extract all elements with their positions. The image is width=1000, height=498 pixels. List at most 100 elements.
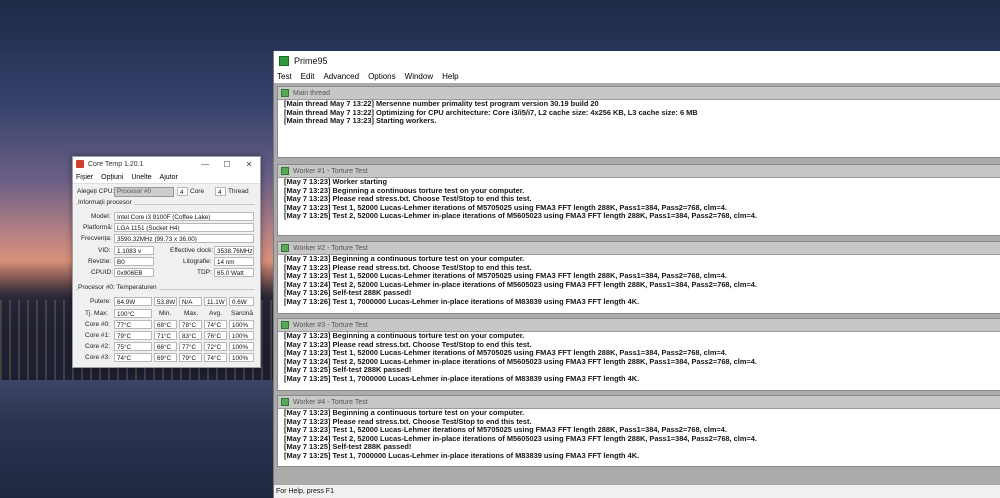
lithography-value: 14 nm bbox=[214, 257, 254, 266]
worker-2-pane[interactable]: Worker #2 - Torture Test [May 7 13:23] B… bbox=[277, 241, 1000, 314]
status-bar: For Help, press F1 bbox=[274, 485, 1000, 498]
core-max: 79°C bbox=[179, 353, 202, 362]
worker-1-pane[interactable]: Worker #1 - Torture Test [May 7 13:23] W… bbox=[277, 164, 1000, 236]
col-max-header: Max. bbox=[184, 310, 199, 317]
prime95-pane-icon bbox=[281, 398, 289, 406]
main-thread-pane[interactable]: Main thread [Main thread May 7 13:22] Me… bbox=[277, 86, 1000, 158]
prime95-app-icon bbox=[279, 55, 289, 66]
frequency-label: Frecvența: bbox=[81, 235, 112, 242]
effective-clock-label: Effective clock: bbox=[170, 247, 214, 254]
prime95-pane-icon bbox=[281, 244, 289, 252]
log-line: [May 7 13:26] Test 1, 7000000 Lucas-Lehm… bbox=[284, 296, 640, 306]
core-temp: 79°C bbox=[114, 331, 152, 340]
core-avg: 74°C bbox=[204, 353, 227, 362]
core-count: 4 bbox=[177, 187, 188, 196]
tdp-value: 65.0 Watt bbox=[214, 268, 254, 277]
platform-label: Platformă: bbox=[83, 224, 113, 231]
core-min: 68°C bbox=[154, 320, 177, 329]
revision-label: Revizie: bbox=[88, 258, 112, 265]
prime95-pane-icon bbox=[281, 89, 289, 97]
menu-fisier[interactable]: Fișier bbox=[76, 174, 93, 181]
power-value-gpu: 0.6W bbox=[229, 297, 254, 306]
core-label: Core bbox=[190, 188, 205, 195]
power-value-uncore: N/A bbox=[179, 297, 202, 306]
thread-label: Thread bbox=[228, 188, 249, 195]
prime95-pane-icon bbox=[281, 167, 289, 175]
model-value: Intel Core i3 9100F (Coffee Lake) bbox=[114, 212, 254, 221]
cpuid-label: CPUID: bbox=[91, 269, 114, 276]
menu-test[interactable]: Test bbox=[277, 72, 292, 81]
coretemp-app-icon bbox=[76, 160, 84, 168]
core-min: 71°C bbox=[154, 331, 177, 340]
core-row-label: Core #2: bbox=[85, 343, 110, 350]
power-value-cores: 53.8W bbox=[154, 297, 177, 306]
menu-ajutor[interactable]: Ajutor bbox=[160, 174, 178, 181]
log-lines: [May 7 13:23] Worker starting [May 7 13:… bbox=[278, 177, 1000, 221]
desktop-wallpaper-water bbox=[0, 380, 275, 498]
log-lines: [May 7 13:23] Beginning a continuous tor… bbox=[278, 331, 1000, 384]
core-temp: 75°C bbox=[114, 342, 152, 351]
core-row-label: Core #1: bbox=[85, 332, 110, 339]
vid-value: 1.1083 v bbox=[114, 246, 154, 255]
power-label: Putere: bbox=[90, 298, 111, 305]
vid-label: VID: bbox=[98, 247, 111, 254]
core-load: 100% bbox=[229, 331, 254, 340]
cpu-select-dropdown[interactable]: Procesor #0 bbox=[114, 187, 174, 197]
pane-title: Worker #4 - Torture Test bbox=[293, 398, 368, 406]
menu-help[interactable]: Help bbox=[442, 72, 458, 81]
menu-edit[interactable]: Edit bbox=[301, 72, 315, 81]
maximize-button[interactable]: ☐ bbox=[216, 160, 238, 169]
info-group-title: Informații procesor bbox=[78, 199, 134, 206]
minimize-button[interactable]: — bbox=[194, 160, 216, 169]
menu-options[interactable]: Options bbox=[368, 72, 396, 81]
menu-advanced[interactable]: Advanced bbox=[323, 72, 359, 81]
cpu-select-label: Alegeți CPU: bbox=[77, 188, 115, 195]
log-line: [May 7 13:25] Test 2, 52000 Lucas-Lehmer… bbox=[284, 211, 757, 221]
close-button[interactable]: ✕ bbox=[238, 160, 260, 169]
tjmax-value: 100°C bbox=[114, 309, 152, 318]
core-avg: 74°C bbox=[204, 320, 227, 329]
prime95-titlebar[interactable]: Prime95 bbox=[274, 51, 1000, 70]
worker-4-pane[interactable]: Worker #4 - Torture Test [May 7 13:23] B… bbox=[277, 395, 1000, 467]
platform-value: LGA 1151 (Socket H4) bbox=[114, 223, 254, 232]
core-min: 69°C bbox=[154, 353, 177, 362]
power-value-package: 64.9W bbox=[114, 297, 152, 306]
core-load: 100% bbox=[229, 353, 254, 362]
log-lines: [May 7 13:23] Beginning a continuous tor… bbox=[278, 408, 1000, 461]
coretemp-title: Core Temp 1.20.1 bbox=[88, 160, 144, 168]
log-line: [Main thread May 7 13:23] Starting worke… bbox=[284, 116, 437, 126]
pane-title: Worker #3 - Torture Test bbox=[293, 321, 368, 329]
log-lines: [May 7 13:23] Beginning a continuous tor… bbox=[278, 254, 1000, 307]
prime95-window: Prime95 Test Edit Advanced Options Windo… bbox=[273, 51, 1000, 498]
prime95-menubar: Test Edit Advanced Options Window Help bbox=[274, 70, 1000, 83]
log-lines: [Main thread May 7 13:22] Mersenne numbe… bbox=[278, 99, 1000, 126]
menu-unelte[interactable]: Unelte bbox=[131, 174, 151, 181]
effective-clock-value: 3538.76MHz bbox=[214, 246, 254, 255]
col-avg-header: Avg. bbox=[209, 310, 222, 317]
coretemp-menubar: Fișier Opțiuni Unelte Ajutor bbox=[73, 171, 260, 184]
log-line: [May 7 13:25] Test 1, 7000000 Lucas-Lehm… bbox=[284, 450, 640, 460]
core-load: 100% bbox=[229, 342, 254, 351]
col-load-header: Sarcină bbox=[231, 310, 254, 317]
core-avg: 72°C bbox=[204, 342, 227, 351]
coretemp-titlebar[interactable]: Core Temp 1.20.1 — ☐ ✕ bbox=[73, 157, 260, 171]
core-max: 77°C bbox=[179, 342, 202, 351]
core-max: 83°C bbox=[179, 331, 202, 340]
lithography-label: Litografie: bbox=[183, 258, 212, 265]
core-avg: 76°C bbox=[204, 331, 227, 340]
worker-3-pane[interactable]: Worker #3 - Torture Test [May 7 13:23] B… bbox=[277, 318, 1000, 391]
core-row-label: Core #3: bbox=[85, 354, 110, 361]
menu-window[interactable]: Window bbox=[405, 72, 433, 81]
pane-title: Main thread bbox=[293, 89, 330, 97]
coretemp-window: Core Temp 1.20.1 — ☐ ✕ Fișier Opțiuni Un… bbox=[72, 156, 261, 368]
col-min-header: Min. bbox=[159, 310, 172, 317]
revision-value: B0 bbox=[114, 257, 154, 266]
core-max: 78°C bbox=[179, 320, 202, 329]
prime95-title: Prime95 bbox=[294, 55, 328, 66]
core-temp: 77°C bbox=[114, 320, 152, 329]
power-value-dram: 11.1W bbox=[204, 297, 227, 306]
menu-optiuni[interactable]: Opțiuni bbox=[101, 174, 123, 181]
cpuid-value: 0x906EB bbox=[114, 268, 154, 277]
pane-title: Worker #2 - Torture Test bbox=[293, 244, 368, 252]
pane-title: Worker #1 - Torture Test bbox=[293, 167, 368, 175]
